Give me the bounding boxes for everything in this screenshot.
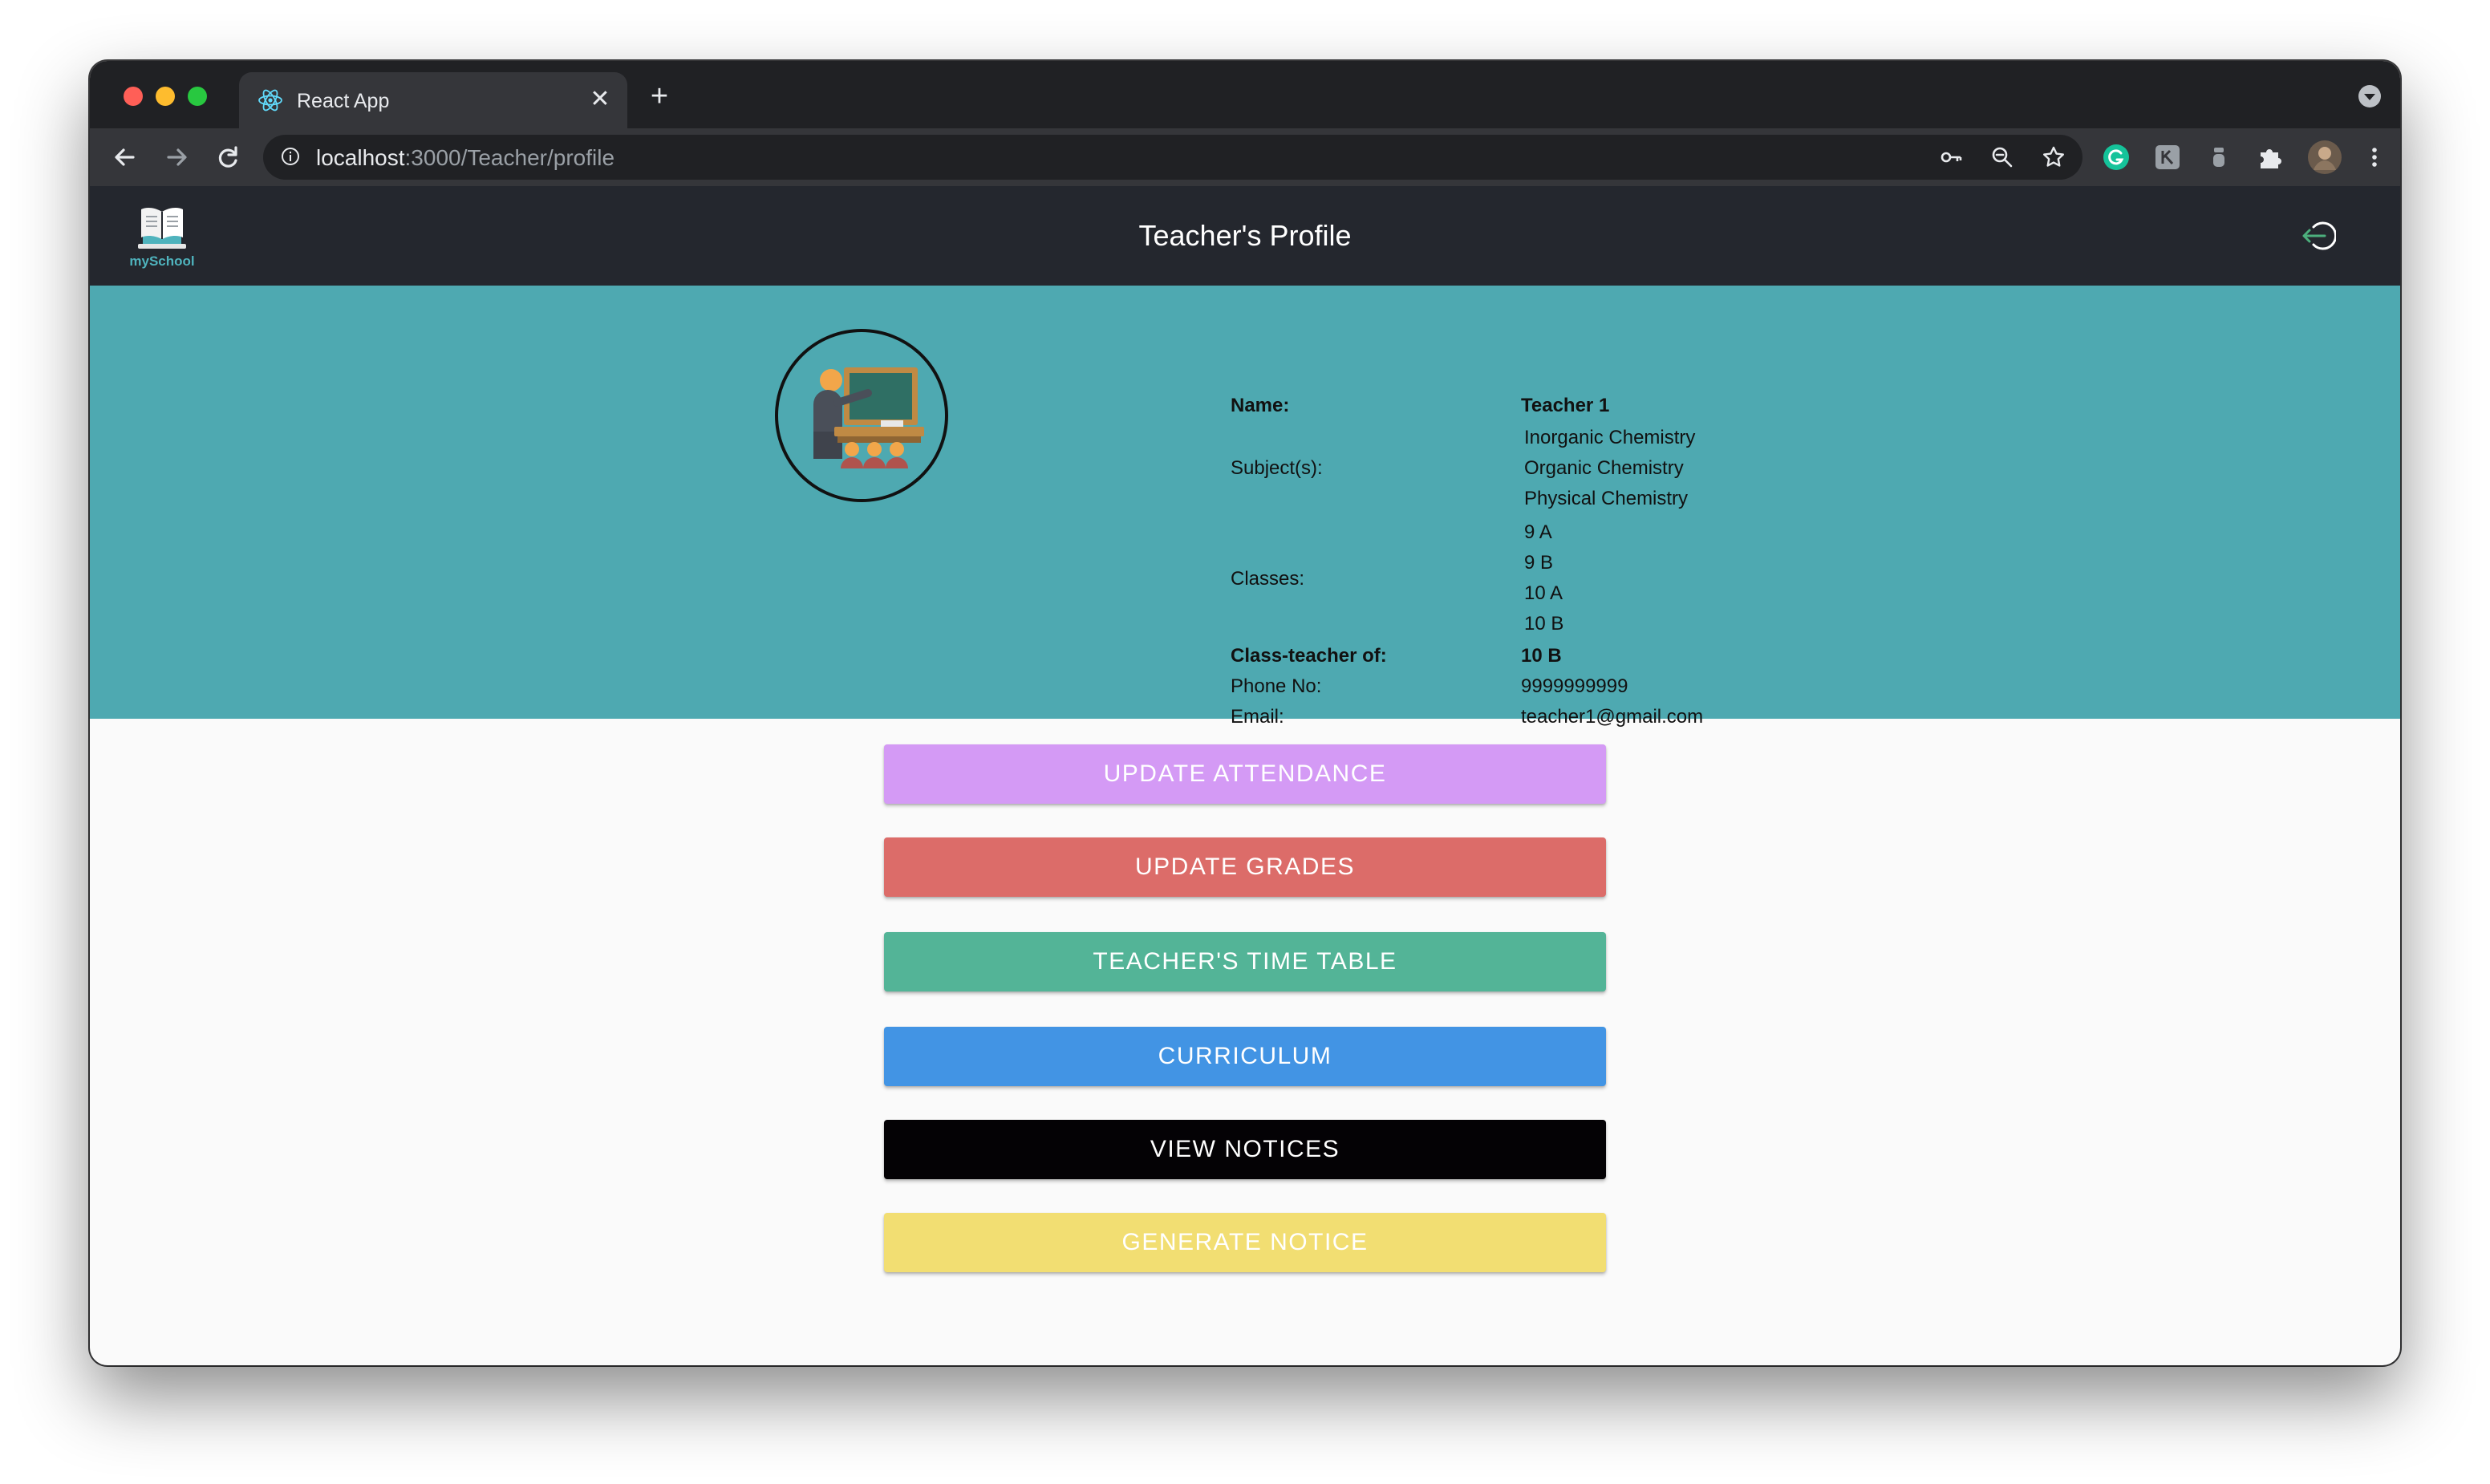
email-value: teacher1@gmail.com: [1521, 706, 1704, 728]
phone-label: Phone No:: [1231, 675, 1322, 697]
url-host: localhost: [316, 145, 405, 170]
name-label: Name:: [1231, 395, 1290, 416]
react-icon: [258, 89, 282, 112]
puzzle-icon[interactable]: [2256, 143, 2285, 172]
reload-icon[interactable]: [209, 138, 247, 176]
subject-item: Physical Chemistry: [1524, 488, 1689, 509]
tab-title: React App: [297, 90, 390, 112]
teacher-name: Teacher 1: [1521, 395, 1610, 416]
class-teacher-value: 10 B: [1521, 645, 1562, 667]
update-grades-button[interactable]: UPDATE GRADES: [884, 837, 1606, 897]
class-item: 9 B: [1524, 552, 1554, 574]
subject-item: Organic Chemistry: [1524, 457, 1684, 479]
extension-icon[interactable]: [2204, 143, 2233, 172]
minimize-window-button[interactable]: [156, 87, 175, 106]
tab-strip: React App ✕ +: [90, 61, 2400, 128]
subjects-label: Subject(s):: [1231, 457, 1323, 479]
plus-icon[interactable]: +: [643, 80, 675, 112]
class-teacher-label: Class-teacher of:: [1231, 645, 1387, 667]
class-item: 10 B: [1524, 613, 1564, 635]
subject-item: Inorganic Chemistry: [1524, 427, 1696, 448]
teacher-at-blackboard-icon: [813, 367, 924, 468]
app-header: mySchool Teacher's Profile: [90, 186, 2400, 286]
extension-icon[interactable]: [2153, 143, 2182, 172]
generate-notice-button[interactable]: GENERATE NOTICE: [884, 1213, 1606, 1272]
close-window-button[interactable]: [124, 87, 143, 106]
teacher-details: Name: Teacher 1 Subject(s): Inorganic Ch…: [1231, 286, 1953, 728]
page-title: Teacher's Profile: [1138, 219, 1352, 252]
star-icon[interactable]: [2041, 144, 2066, 170]
curriculum-button[interactable]: CURRICULUM: [884, 1027, 1606, 1086]
address-bar[interactable]: localhost:3000/Teacher/profile: [263, 135, 2082, 180]
profile-avatar[interactable]: [2307, 140, 2342, 175]
browser-window: React App ✕ + localhost:3000/Teacher/pro…: [90, 61, 2400, 1365]
classes-label: Classes:: [1231, 568, 1305, 590]
update-attendance-button[interactable]: UPDATE ATTENDANCE: [884, 744, 1606, 804]
email-label: Email:: [1231, 706, 1284, 728]
teacher-avatar: [775, 329, 948, 502]
maximize-window-button[interactable]: [188, 87, 207, 106]
close-icon[interactable]: ✕: [584, 83, 616, 116]
key-icon[interactable]: [1938, 144, 1964, 170]
info-icon[interactable]: [281, 147, 300, 166]
phone-value: 9999999999: [1521, 675, 1628, 697]
profile-section: Name: Teacher 1 Subject(s): Inorganic Ch…: [90, 286, 2400, 728]
view-notices-button[interactable]: VIEW NOTICES: [884, 1120, 1606, 1179]
tab-search-icon[interactable]: [2358, 85, 2381, 107]
zoom-icon[interactable]: [1989, 144, 2015, 170]
class-item: 10 A: [1524, 582, 1563, 604]
time-table-button[interactable]: TEACHER'S TIME TABLE: [884, 932, 1606, 991]
browser-toolbar: localhost:3000/Teacher/profile: [90, 128, 2400, 186]
logout-icon[interactable]: [2301, 220, 2336, 252]
url-path: :3000/Teacher/profile: [404, 145, 615, 170]
class-item: 9 A: [1524, 521, 1552, 543]
url-text[interactable]: localhost:3000/Teacher/profile: [316, 145, 614, 171]
back-arrow-icon[interactable]: [106, 138, 144, 176]
grammarly-icon[interactable]: [2102, 143, 2131, 172]
forward-arrow-icon[interactable]: [157, 138, 196, 176]
more-vert-icon[interactable]: [2360, 143, 2389, 172]
browser-tab[interactable]: React App ✕: [239, 72, 627, 128]
